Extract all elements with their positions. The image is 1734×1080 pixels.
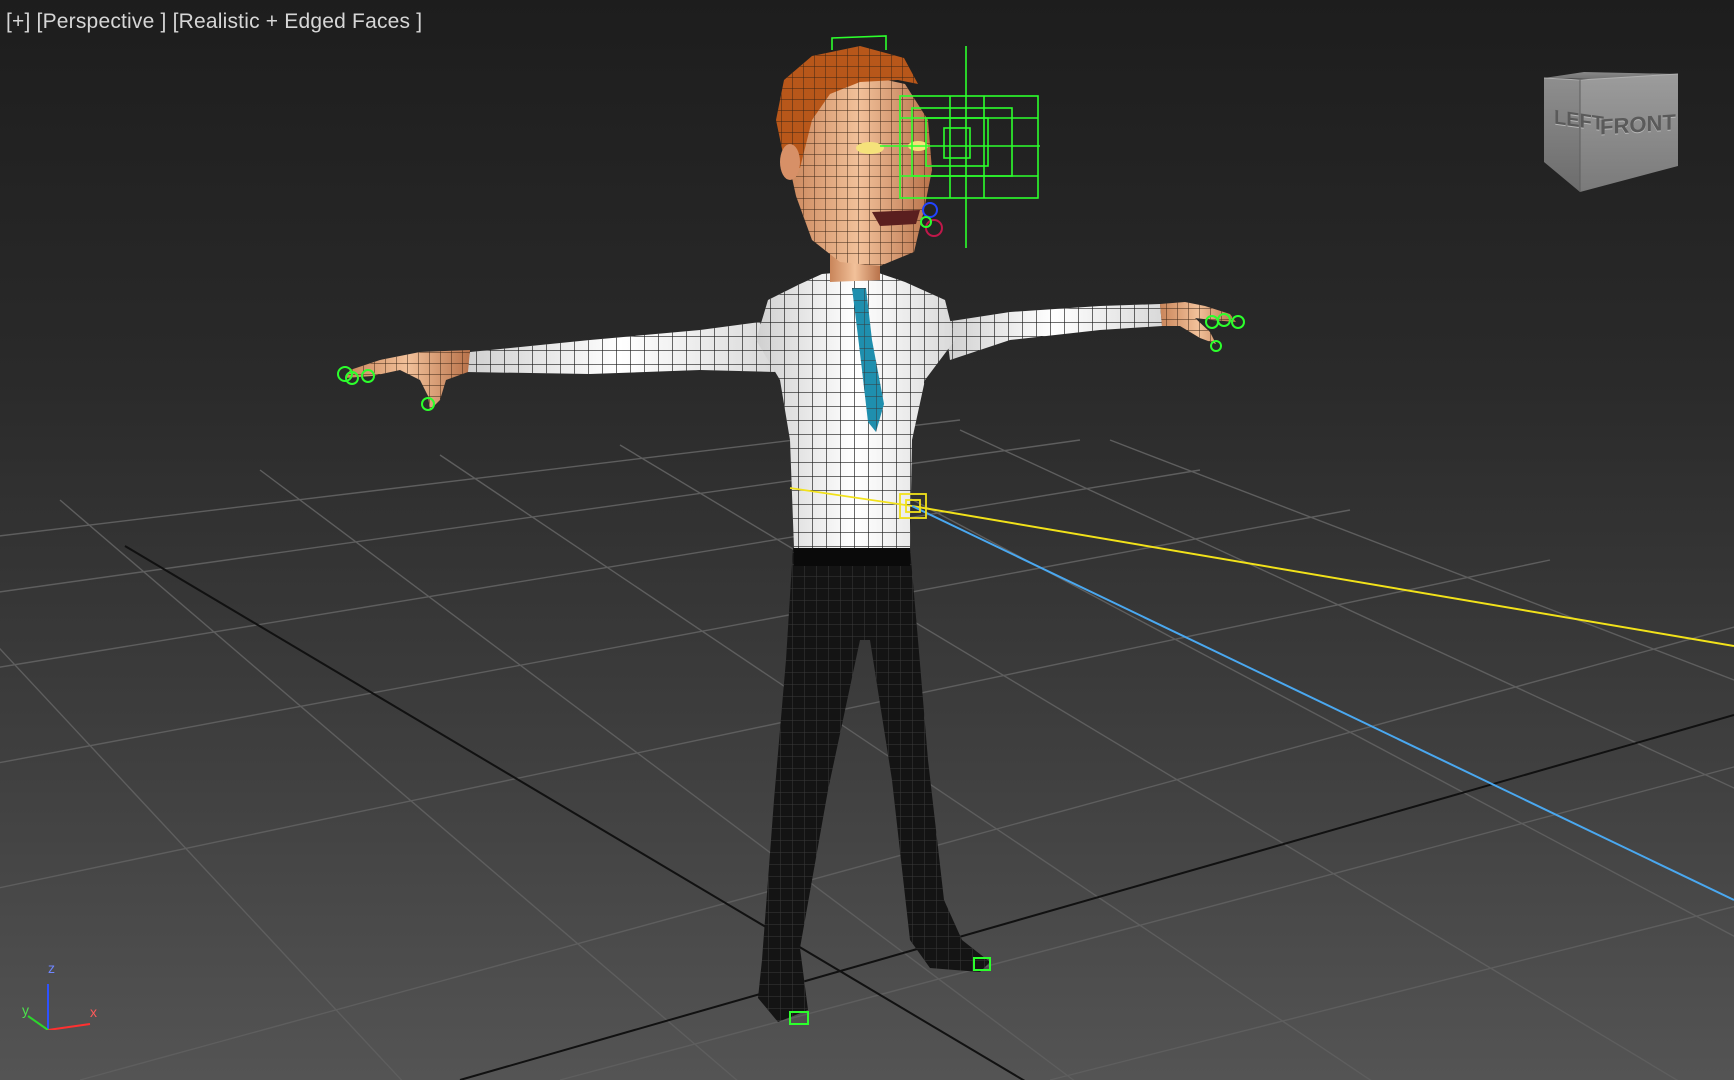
perspective-viewport[interactable]: [+] [Perspective ] [Realistic + Edged Fa… (0, 0, 1734, 1080)
viewcube-front-face[interactable]: FRONT (1600, 109, 1676, 140)
character-mouth (872, 210, 920, 226)
yellow-spline[interactable] (911, 505, 1734, 647)
axis-tripod: z y x (18, 960, 108, 1031)
viewport-point-of-view-menu[interactable]: [Perspective ] (37, 10, 167, 34)
blue-spline[interactable] (911, 505, 1734, 901)
viewport-shading-menu[interactable]: [Realistic + Edged Faces ] (173, 10, 423, 34)
left-eye (856, 142, 884, 154)
viewcube[interactable]: LEFT FRONT (1536, 68, 1686, 198)
left-arm-wireframe (466, 322, 775, 374)
axis-z-label: z (48, 960, 55, 976)
viewport-general-menu[interactable]: [+] (6, 10, 31, 34)
mouth-gizmo[interactable] (920, 202, 943, 237)
scene-canvas[interactable] (0, 0, 1734, 1080)
axis-x-label: x (90, 1004, 97, 1020)
right-arm-wireframe (945, 304, 1162, 360)
right-hand-wireframe (1160, 302, 1236, 344)
belt (794, 548, 910, 566)
pants-wireframe (758, 548, 990, 1022)
character-ear (780, 144, 800, 180)
viewport-label: [+] [Perspective ] [Realistic + Edged Fa… (6, 8, 422, 36)
character-model[interactable] (345, 46, 1236, 1022)
axis-y-label: y (22, 1002, 29, 1018)
